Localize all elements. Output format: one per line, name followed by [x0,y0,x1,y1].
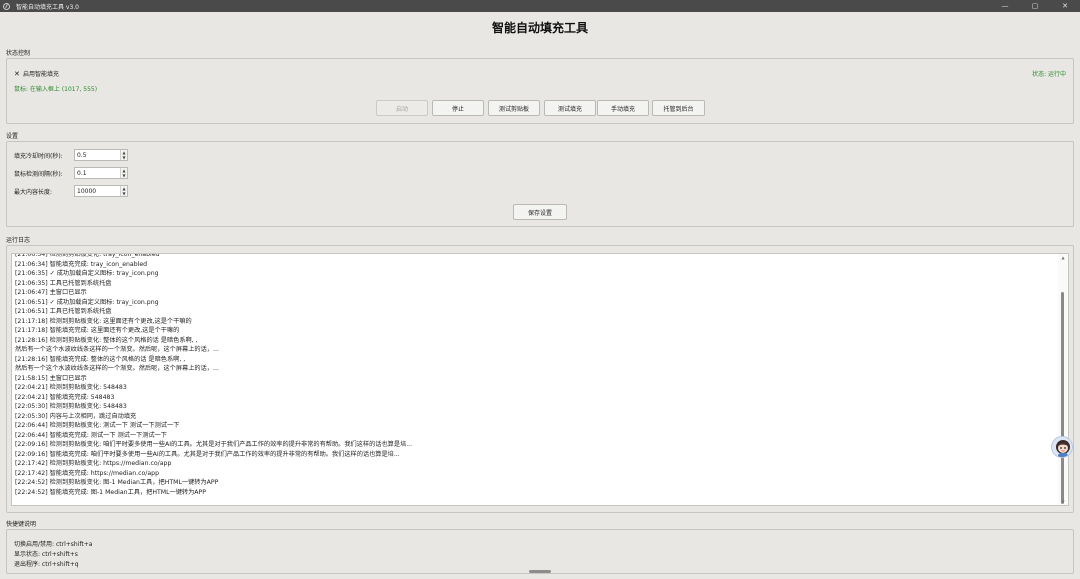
run-status-text: 状态: 运行中 [1032,71,1066,78]
stop-button[interactable]: 停止 [432,100,484,116]
shortcut-toggle: 切换启用/禁用: ctrl+shift+a [14,541,93,548]
shortcut-status: 显示状态: ctrl+shift+s [14,551,78,558]
spin-down-icon[interactable]: ▼ [122,191,125,196]
max-length-input[interactable] [75,186,119,196]
status-section-label: 状态控制 [6,50,31,57]
log-line: [21:06:51] 工具已托管到系统托盘 [15,308,112,315]
window-controls: — ▢ ✕ [990,0,1080,12]
spin-arrows[interactable]: ▲ ▼ [120,186,127,196]
enable-checkbox-row[interactable]: ✕ 启用智能填充 [14,69,59,79]
enable-checkbox-label[interactable]: 启用智能填充 [23,69,59,78]
mouse-interval-label: 鼠标检测间隔(秒): [14,171,63,178]
mouse-status-text: 鼠标: 在输入框上 (1017, 555) [14,86,98,93]
manual-fill-button[interactable]: 手动填充 [597,100,649,116]
window-titlebar: 智能自动填充工具 v3.0 — ▢ ✕ [0,0,1080,12]
minimize-button[interactable]: — [990,0,1020,12]
shortcut-quit: 退出程序: ctrl+shift+q [14,561,79,568]
checkbox-check-icon[interactable]: ✕ [14,70,22,78]
start-button[interactable]: 启动 [376,100,428,116]
save-settings-button[interactable]: 保存设置 [513,204,567,220]
scroll-thumb[interactable] [1061,292,1064,504]
log-line: 然后有一个这个水波纹线条这样的一个渐变。然后呢，这个屏幕上的话，... [15,346,219,353]
test-fill-button[interactable]: 测试填充 [544,100,596,116]
log-section-label: 运行日志 [6,237,31,244]
spin-arrows[interactable]: ▲ ▼ [120,150,127,160]
spin-down-icon[interactable]: ▼ [122,173,125,178]
hide-to-tray-button[interactable]: 托管到后台 [652,100,705,116]
spin-up-icon[interactable]: ▲ [122,168,125,173]
log-line: [21:58:15] 主窗口已显示 [15,374,87,382]
mouse-interval-input[interactable] [75,168,119,178]
log-line: [22:24:52] 检测到剪贴板变化: 图-1 Median工具，把HTML一… [15,479,219,486]
log-line: [22:04:21] 智能填充完成: 548483 [15,393,115,401]
log-line: [21:28:16] 检测到剪贴板变化: 整体的这个风格的话 是暗色系啊, , [15,336,198,344]
mouse-interval-spinbox[interactable]: ▲ ▼ [74,167,128,179]
log-line: [22:06:44] 智能填充完成: 测试一下 测试一下测试一下 [15,431,167,439]
log-line: [21:28:16] 智能填充完成: 整体的这个风格的话 是暗色系啊, , [15,355,186,363]
log-line: [22:04:21] 检测到剪贴板变化: 548483 [15,384,127,391]
scroll-up-icon[interactable]: ▲ [1060,255,1066,260]
log-line: [21:06:47] 主窗口已显示 [15,289,87,296]
resize-handle[interactable] [529,570,551,573]
spin-up-icon[interactable]: ▲ [122,186,125,191]
log-line: [21:17:18] 检测到剪贴板变化: 这里面还有个更改,这是个干嘛的 [15,317,192,325]
settings-group: 填充冷却时间(秒): ▲ ▼ 鼠标检测间隔(秒): ▲ ▼ 最大内容长度: ▲ … [6,141,1074,227]
log-line: [21:06:35] 工具已托管到系统托盘 [15,279,112,287]
test-clipboard-button[interactable]: 测试剪贴板 [488,100,540,116]
log-line: [22:05:30] 检测到剪贴板变化: 548483 [15,403,127,410]
close-button[interactable]: ✕ [1050,0,1080,12]
log-textbox[interactable]: [21:06:34] 检测到剪贴板变化: tray_icon_enabled [2… [11,253,1069,506]
log-line: [22:17:42] 检测到剪贴板变化: https://median.co/a… [15,460,172,467]
log-scrollbar[interactable]: ▲ ▼ [1058,254,1068,505]
log-line: [21:06:51] ✓ 成功加载自定义图标: tray_icon.png [15,298,159,306]
window-title: 智能自动填充工具 v3.0 [16,3,80,11]
log-line: [22:09:16] 检测到剪贴板变化: 咱们平时要多使用一些AI的工具。尤其是… [15,441,413,448]
settings-section-label: 设置 [6,133,19,140]
spin-up-icon[interactable]: ▲ [122,150,125,155]
log-line: [21:17:18] 智能填充完成: 这里面还有个更改,这是个干嘛的 [15,327,180,334]
log-line: [22:24:52] 智能填充完成: 图-1 Median工具，把HTML一键转… [15,488,207,496]
log-line: [21:06:34] 智能填充完成: tray_icon_enabled [15,260,148,268]
app-title: 智能自动填充工具 [491,21,588,35]
app-feather-icon [3,2,10,10]
scroll-down-icon[interactable]: ▼ [1060,499,1066,504]
log-lines: [21:06:34] 检测到剪贴板变化: tray_icon_enabled [2… [15,254,1055,497]
max-length-label: 最大内容长度: [14,189,53,196]
fill-cooldown-spinbox[interactable]: ▲ ▼ [74,149,128,161]
log-line: [22:06:44] 检测到剪贴板变化: 测试一下 测试一下测试一下 [15,422,180,429]
log-line: [22:05:30] 内容与上次相同，跳过自动填充 [15,412,137,420]
fill-cooldown-input[interactable] [75,150,119,160]
shortcuts-group [6,529,1074,574]
fill-cooldown-label: 填充冷却时间(秒): [14,153,63,160]
log-line: [22:09:16] 智能填充完成: 咱们平时要多使用一些AI的工具。尤其是对于… [15,450,400,458]
spin-arrows[interactable]: ▲ ▼ [120,168,127,178]
spin-down-icon[interactable]: ▼ [122,155,125,160]
shortcuts-section-label: 快捷键说明 [6,521,37,528]
log-line: [22:17:42] 智能填充完成: https://median.co/app [15,469,160,477]
max-length-spinbox[interactable]: ▲ ▼ [74,185,128,197]
status-group: ✕ 启用智能填充 鼠标: 在输入框上 (1017, 555) 状态: 运行中 启… [6,58,1074,124]
avatar-assistant-icon[interactable] [1051,436,1073,458]
maximize-button[interactable]: ▢ [1020,0,1050,12]
log-line: 然后有一个这个水波纹线条这样的一个渐变。然后呢，这个屏幕上的话，... [15,365,219,372]
log-line: [21:06:35] ✓ 成功加载自定义图标: tray_icon.png [15,270,159,277]
